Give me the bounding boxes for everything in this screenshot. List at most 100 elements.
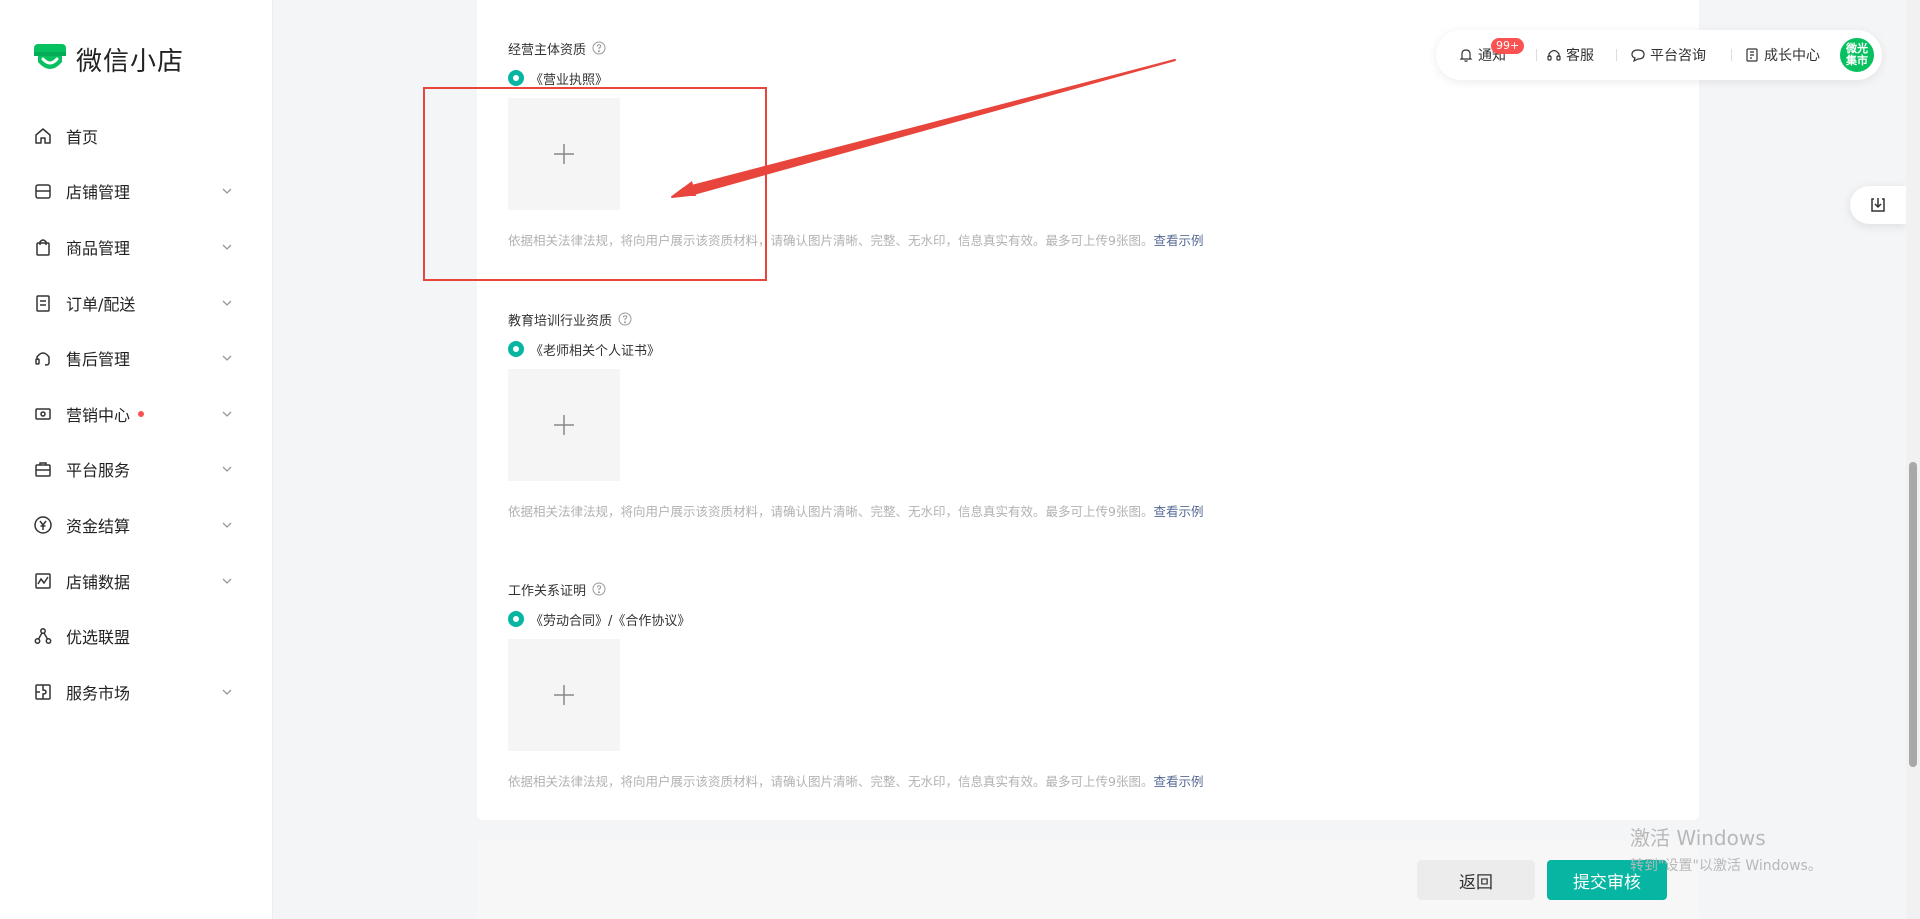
sidebar-nav: 首页 店铺管理 商品管理 订单/配送 售后管理 营销中心 平台服务 资金结算 店…: [0, 108, 272, 720]
back-button[interactable]: 返回: [1417, 860, 1535, 900]
network-icon: [32, 625, 54, 647]
puzzle-icon: [32, 681, 54, 703]
plus-icon: [554, 144, 574, 164]
avatar[interactable]: 微光 集市: [1838, 36, 1876, 74]
plus-icon: [554, 685, 574, 705]
watermark-subtitle: 转到"设置"以激活 Windows。: [1630, 858, 1822, 874]
top-toolbar: 通知 99+ 客服 平台咨询 成长中心 微光 集市: [1436, 30, 1882, 80]
sidebar-item-orders[interactable]: 订单/配送: [0, 275, 272, 331]
notification-dot: [138, 410, 145, 417]
headset-icon: [1547, 49, 1561, 61]
growth-center-button[interactable]: 成长中心: [1744, 45, 1820, 65]
chevron-down-icon: [222, 244, 232, 250]
sidebar-item-service-market[interactable]: 服务市场: [0, 664, 272, 720]
chevron-down-icon: [222, 578, 232, 584]
view-example-link[interactable]: 查看示例: [1153, 774, 1203, 789]
brand[interactable]: 微信小店: [32, 42, 185, 77]
sidebar-item-label: 店铺管理: [66, 183, 131, 203]
sidebar-item-marketing[interactable]: 营销中心: [0, 386, 272, 442]
sidebar-item-label: 平台服务: [66, 461, 131, 481]
radio-selected[interactable]: [508, 341, 524, 357]
image-upload-box[interactable]: [508, 639, 620, 751]
sidebar-item-label: 营销中心: [66, 405, 131, 425]
hint-text: 依据相关法律法规，将向用户展示该资质材料，请确认图片清晰、完整、无水印，信息真实…: [508, 233, 1154, 248]
scrollbar-thumb[interactable]: [1909, 462, 1917, 767]
upload-hint: 依据相关法律法规，将向用户展示该资质材料，请确认图片清晰、完整、无水印，信息真实…: [508, 771, 1203, 790]
help-icon[interactable]: [592, 582, 606, 596]
view-example-link[interactable]: 查看示例: [1153, 233, 1203, 248]
avatar-text: 微光 集市: [1846, 42, 1868, 67]
qualification-option[interactable]: 《营业执照》: [508, 69, 1203, 88]
chat-bubble-icon: [1631, 49, 1645, 63]
image-upload-box[interactable]: [508, 98, 620, 210]
shopping-bag-icon: [32, 236, 54, 258]
divider: [1536, 49, 1537, 61]
sidebar-item-aftersales[interactable]: 售后管理: [0, 330, 272, 386]
qualification-option[interactable]: 《老师相关个人证书》: [508, 340, 1203, 359]
sidebar-item-settlement[interactable]: 资金结算: [0, 497, 272, 553]
chevron-down-icon: [222, 188, 232, 195]
sidebar-item-platform-services[interactable]: 平台服务: [0, 442, 272, 498]
option-label: 《老师相关个人证书》: [530, 343, 661, 359]
windows-activation-watermark: 激活 Windows 转到"设置"以激活 Windows。: [1630, 822, 1822, 875]
hint-text: 依据相关法律法规，将向用户展示该资质材料，请确认图片清晰、完整、无水印，信息真实…: [508, 504, 1154, 519]
yuan-icon: [32, 514, 54, 536]
download-float-button[interactable]: [1850, 186, 1906, 224]
platform-consult-button[interactable]: 平台咨询: [1630, 45, 1706, 65]
form-action-bar: 返回 提交审核: [477, 840, 1699, 919]
sidebar-item-label: 资金结算: [66, 516, 131, 536]
notification-badge: 99+: [1491, 38, 1525, 54]
plus-icon: [554, 415, 574, 435]
divider: [1731, 49, 1732, 61]
chevron-down-icon: [222, 300, 232, 306]
view-example-link[interactable]: 查看示例: [1153, 504, 1203, 519]
section-title: 经营主体资质: [508, 39, 1203, 58]
download-icon: [1871, 198, 1885, 212]
chevron-down-icon: [222, 466, 232, 473]
sidebar-item-label: 售后管理: [66, 350, 131, 370]
customer-service-label: 客服: [1566, 48, 1594, 64]
section-education-industry: 教育培训行业资质 《老师相关个人证书》 依据相关法律法规，将向用户展示该资质材料…: [508, 310, 1203, 520]
chevron-down-icon: [222, 355, 232, 362]
headset-icon: [32, 347, 54, 369]
option-label: 《劳动合同》/《合作协议》: [530, 613, 691, 629]
wechat-store-logo: [34, 44, 66, 69]
qualification-option[interactable]: 《劳动合同》/《合作协议》: [508, 610, 1203, 629]
radio-selected[interactable]: [508, 611, 524, 627]
page-scrollbar[interactable]: [1906, 0, 1920, 919]
sidebar-item-store-data[interactable]: 店铺数据: [0, 553, 272, 609]
sidebar-item-alliance[interactable]: 优选联盟: [0, 608, 272, 664]
sidebar-item-label: 首页: [66, 127, 99, 147]
chevron-down-icon: [222, 689, 232, 695]
option-label: 《营业执照》: [530, 72, 609, 88]
customer-service-button[interactable]: 客服: [1546, 45, 1594, 65]
store-icon: [32, 180, 54, 202]
help-icon[interactable]: [618, 312, 632, 326]
growth-center-label: 成长中心: [1764, 48, 1820, 64]
sidebar-item-products[interactable]: 商品管理: [0, 219, 272, 275]
section-employment-proof: 工作关系证明 《劳动合同》/《合作协议》 依据相关法律法规，将向用户展示该资质材…: [508, 580, 1203, 790]
platform-consult-label: 平台咨询: [1650, 48, 1706, 64]
order-list-icon: [32, 292, 54, 314]
section-title-text: 教育培训行业资质: [508, 313, 613, 329]
sidebar-item-label: 订单/配送: [66, 294, 136, 314]
document-icon: [1746, 48, 1758, 62]
chevron-down-icon: [222, 522, 232, 528]
image-upload-box[interactable]: [508, 369, 620, 481]
bell-icon: [1459, 49, 1473, 62]
chevron-down-icon: [222, 411, 232, 417]
radio-selected[interactable]: [508, 70, 524, 86]
section-title-text: 经营主体资质: [508, 42, 587, 58]
section-title: 工作关系证明: [508, 580, 1203, 599]
sidebar-item-label: 优选联盟: [66, 628, 131, 648]
sidebar-item-store[interactable]: 店铺管理: [0, 164, 272, 220]
sidebar-item-label: 商品管理: [66, 238, 131, 258]
help-icon[interactable]: [592, 41, 606, 55]
sidebar-item-label: 服务市场: [66, 683, 131, 703]
brand-title: 微信小店: [76, 46, 185, 77]
upload-hint: 依据相关法律法规，将向用户展示该资质材料，请确认图片清晰、完整、无水印，信息真实…: [508, 230, 1203, 249]
sidebar-item-home[interactable]: 首页: [0, 108, 272, 164]
hint-text: 依据相关法律法规，将向用户展示该资质材料，请确认图片清晰、完整、无水印，信息真实…: [508, 774, 1154, 789]
home-icon: [32, 125, 54, 147]
section-title-text: 工作关系证明: [508, 583, 587, 599]
